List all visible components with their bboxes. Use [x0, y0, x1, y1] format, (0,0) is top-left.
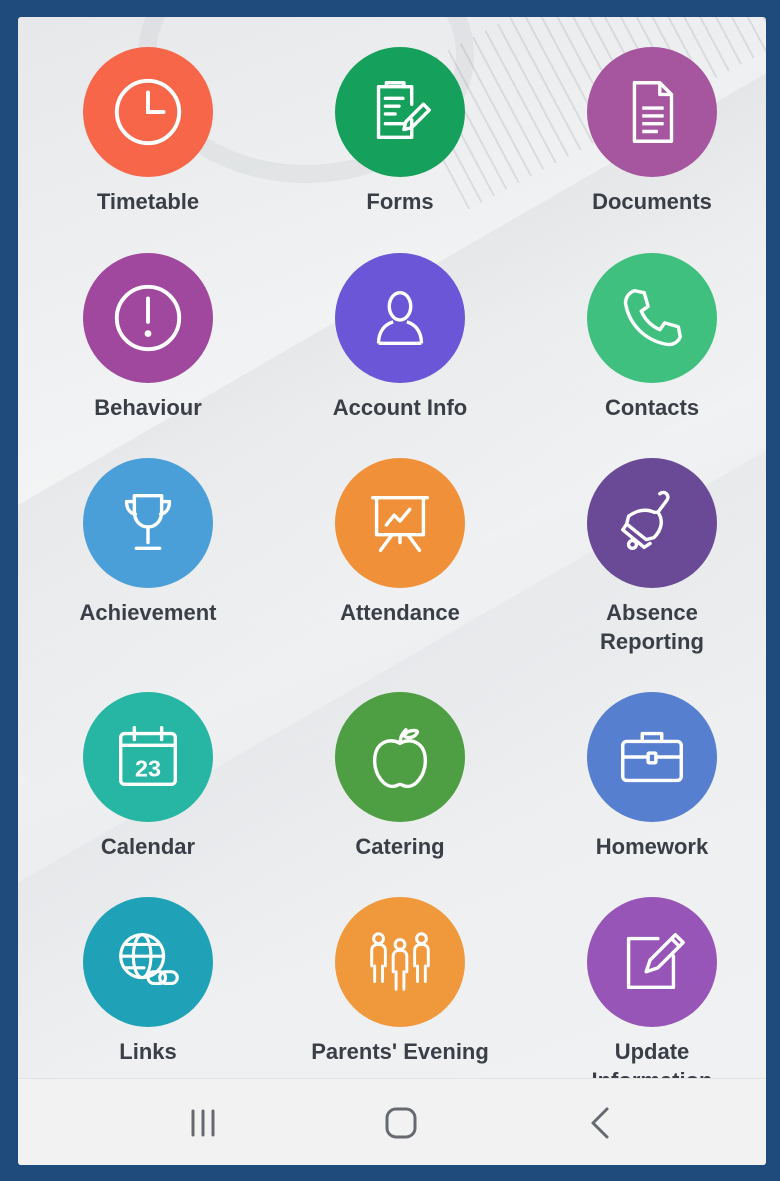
recents-icon [191, 1109, 215, 1137]
forms-circle [335, 47, 465, 177]
tile-catering[interactable]: Catering [285, 692, 515, 861]
tile-label: Documents [592, 189, 712, 214]
update-information-circle [587, 897, 717, 1027]
tile-documents[interactable]: Documents [537, 47, 766, 216]
exclamation-icon [114, 284, 182, 352]
behaviour-circle [83, 253, 213, 383]
back-icon [591, 1107, 609, 1139]
tile-links[interactable]: Links [33, 897, 263, 1066]
recents-button[interactable] [183, 1105, 223, 1141]
tile-label: Achievement [79, 600, 217, 625]
contacts-circle [587, 253, 717, 383]
tile-account-info[interactable]: Account Info [285, 253, 515, 422]
achievement-circle [83, 458, 213, 588]
home-button[interactable] [381, 1105, 421, 1141]
timetable-circle [83, 47, 213, 177]
bell-icon [621, 490, 670, 551]
calendar-circle: 23 [83, 692, 213, 822]
tile-achievement[interactable]: Achievement [33, 458, 263, 627]
people-group-icon [370, 932, 430, 991]
tile-label: Homework [595, 834, 709, 859]
tile-label: Contacts [604, 395, 700, 420]
system-navigation-bar [18, 1078, 766, 1165]
app-screen: Timetable Forms Documents Behaviour Acco… [18, 17, 766, 1165]
account-info-circle [335, 253, 465, 383]
tile-calendar[interactable]: 23 Calendar [33, 692, 263, 861]
tile-parents-evening[interactable]: Parents' Evening [285, 897, 515, 1066]
tile-label: Catering [355, 834, 445, 859]
catering-circle [335, 692, 465, 822]
globe-link-icon [119, 933, 179, 986]
tile-label: Links [119, 1039, 177, 1064]
tile-label: Parents' Evening [311, 1039, 489, 1064]
tile-label: Behaviour [94, 395, 202, 420]
attendance-circle [335, 458, 465, 588]
homework-circle [587, 692, 717, 822]
apple-icon [372, 727, 428, 788]
tile-label: Forms [366, 189, 434, 214]
phone-icon [623, 288, 682, 347]
tile-label: Account Info [332, 395, 468, 420]
tile-homework[interactable]: Homework [537, 692, 766, 861]
links-circle [83, 897, 213, 1027]
parents-evening-circle [335, 897, 465, 1027]
form-edit-icon [376, 81, 431, 140]
briefcase-icon [621, 731, 683, 783]
home-icon [385, 1107, 417, 1139]
calendar-icon: 23 [118, 726, 178, 787]
tile-label: Absence Reporting [600, 600, 704, 654]
absence-reporting-circle [587, 458, 717, 588]
tile-forms[interactable]: Forms [285, 47, 515, 216]
tile-label: Attendance [340, 600, 460, 625]
tile-update-information[interactable]: Update Information [537, 897, 766, 1095]
tile-label: Timetable [96, 189, 200, 214]
user-icon [376, 290, 424, 346]
tile-absence-reporting[interactable]: Absence Reporting [537, 458, 766, 656]
tile-label: Calendar [100, 834, 196, 859]
edit-note-icon [626, 932, 685, 990]
tile-behaviour[interactable]: Behaviour [33, 253, 263, 422]
trophy-icon [124, 493, 172, 551]
tile-contacts[interactable]: Contacts [537, 253, 766, 422]
back-button[interactable] [581, 1105, 621, 1141]
tile-timetable[interactable]: Timetable [33, 47, 263, 216]
document-icon [632, 81, 674, 143]
clock-icon [114, 78, 182, 146]
presentation-board-icon [370, 495, 430, 553]
tile-attendance[interactable]: Attendance [285, 458, 515, 627]
calendar-day-number: 23 [135, 756, 161, 782]
documents-circle [587, 47, 717, 177]
